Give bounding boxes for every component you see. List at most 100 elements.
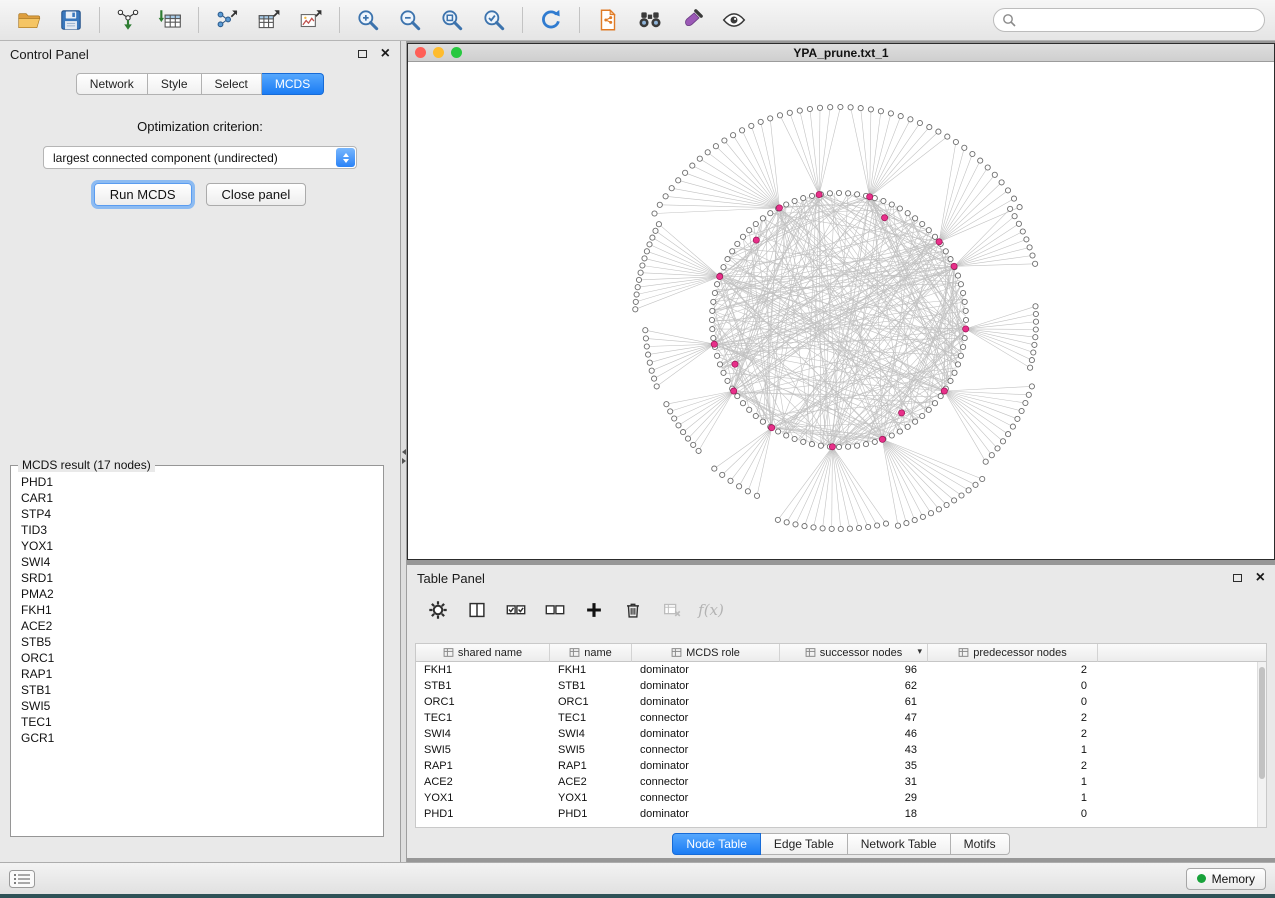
show-columns-button[interactable] xyxy=(462,596,492,624)
criterion-select[interactable]: largest connected component (undirected) xyxy=(43,146,357,169)
mcds-result-item[interactable]: ORC1 xyxy=(13,650,381,666)
mcds-result-item[interactable]: ACE2 xyxy=(13,618,381,634)
table-row[interactable]: SWI5SWI5connector431 xyxy=(416,742,1266,758)
mcds-result-item[interactable]: TID3 xyxy=(13,522,381,538)
zoom-selected-button[interactable] xyxy=(475,4,513,37)
export-document-button[interactable] xyxy=(589,4,627,37)
memory-button[interactable]: Memory xyxy=(1186,868,1266,890)
zoom-fit-button[interactable] xyxy=(433,4,471,37)
mcds-result-list: PHD1CAR1STP4TID3YOX1SWI4SRD1PMA2FKH1ACE2… xyxy=(13,474,381,834)
mcds-result-item[interactable]: PHD1 xyxy=(13,474,381,490)
zoom-in-button[interactable] xyxy=(349,4,387,37)
toolbar-separator xyxy=(198,7,199,33)
close-table-panel-icon[interactable]: × xyxy=(1256,572,1265,584)
import-table-button[interactable] xyxy=(151,4,189,37)
tab-node-table[interactable]: Node Table xyxy=(672,833,761,855)
apply-style-icon xyxy=(679,7,705,33)
float-table-panel-icon[interactable] xyxy=(1233,574,1242,582)
mcds-result-item[interactable]: CAR1 xyxy=(13,490,381,506)
column-header-mcds-role[interactable]: MCDS role xyxy=(632,644,780,662)
new-column-button[interactable] xyxy=(579,596,609,624)
column-header-successor-nodes[interactable]: successor nodes▾ xyxy=(780,644,928,662)
float-panel-icon[interactable] xyxy=(358,50,367,58)
function-builder-button[interactable]: f(x) xyxy=(696,596,726,624)
cell-mcds-role: dominator xyxy=(632,758,780,774)
vertical-splitter[interactable] xyxy=(400,41,407,862)
export-image-button[interactable] xyxy=(292,4,330,37)
mcds-result-item[interactable]: STB5 xyxy=(13,634,381,650)
toolbar-separator xyxy=(339,7,340,33)
search-input[interactable] xyxy=(993,8,1265,32)
status-menu-button[interactable] xyxy=(9,870,35,888)
mcds-result-item[interactable]: YOX1 xyxy=(13,538,381,554)
network-edges xyxy=(635,107,1036,529)
table-row[interactable]: SWI4SWI4dominator462 xyxy=(416,726,1266,742)
network-graph[interactable] xyxy=(408,63,1274,559)
table-row[interactable]: RAP1RAP1dominator352 xyxy=(416,758,1266,774)
cell-shared-name: TEC1 xyxy=(416,710,550,726)
refresh-button[interactable] xyxy=(532,4,570,37)
tab-motifs[interactable]: Motifs xyxy=(951,833,1010,855)
zoom-out-icon xyxy=(397,7,423,33)
table-row[interactable]: ORC1ORC1dominator610 xyxy=(416,694,1266,710)
delete-column-icon xyxy=(622,599,644,621)
tab-edge-table[interactable]: Edge Table xyxy=(761,833,848,855)
mcds-result-item[interactable]: GCR1 xyxy=(13,730,381,746)
table-row[interactable]: ACE2ACE2connector311 xyxy=(416,774,1266,790)
mcds-result-item[interactable]: STP4 xyxy=(13,506,381,522)
column-header-predecessor-nodes[interactable]: predecessor nodes xyxy=(928,644,1098,662)
save-session-button[interactable] xyxy=(52,4,90,37)
tab-network[interactable]: Network xyxy=(76,73,148,95)
delete-table-button[interactable] xyxy=(657,596,687,624)
import-network-button[interactable] xyxy=(109,4,147,37)
table-scrollbar-thumb[interactable] xyxy=(1259,667,1265,779)
table-panel: Table Panel × f(x) shared namenameMCDS r… xyxy=(407,565,1275,858)
close-panel-icon[interactable]: × xyxy=(381,48,390,60)
show-hide-button[interactable] xyxy=(715,4,753,37)
mcds-result-item[interactable]: SRD1 xyxy=(13,570,381,586)
network-nodes[interactable] xyxy=(633,104,1039,531)
export-network-button[interactable] xyxy=(208,4,246,37)
mcds-result-item[interactable]: SWI5 xyxy=(13,698,381,714)
mcds-result-item[interactable]: RAP1 xyxy=(13,666,381,682)
open-session-button[interactable] xyxy=(10,4,48,37)
column-header-name[interactable]: name xyxy=(550,644,632,662)
cell-predecessor-nodes: 1 xyxy=(928,790,1098,806)
table-scrollbar[interactable] xyxy=(1257,662,1266,827)
mcds-result-item[interactable]: STB1 xyxy=(13,682,381,698)
mcds-result-title: MCDS result (17 nodes) xyxy=(18,458,155,472)
mcds-result-item[interactable]: PMA2 xyxy=(13,586,381,602)
first-neighbors-button[interactable] xyxy=(631,4,669,37)
delete-column-button[interactable] xyxy=(618,596,648,624)
tab-mcds[interactable]: MCDS xyxy=(262,73,324,95)
column-header-shared-name[interactable]: shared name xyxy=(416,644,550,662)
close-panel-button[interactable]: Close panel xyxy=(206,183,307,206)
tab-network-table[interactable]: Network Table xyxy=(848,833,951,855)
toolbar-group xyxy=(208,4,330,37)
select-stepper-icon xyxy=(336,148,355,167)
table-row[interactable]: TEC1TEC1connector472 xyxy=(416,710,1266,726)
table-row[interactable]: STB1STB1dominator620 xyxy=(416,678,1266,694)
zoom-out-button[interactable] xyxy=(391,4,429,37)
select-all-rows-button[interactable] xyxy=(501,596,531,624)
tab-select[interactable]: Select xyxy=(202,73,262,95)
export-table-icon xyxy=(256,7,282,33)
export-table-button[interactable] xyxy=(250,4,288,37)
splitter-collapse-icons[interactable] xyxy=(401,449,406,464)
toolbar-separator xyxy=(522,7,523,33)
table-row[interactable]: YOX1YOX1connector291 xyxy=(416,790,1266,806)
run-mcds-button[interactable]: Run MCDS xyxy=(94,183,192,206)
network-canvas[interactable] xyxy=(408,63,1274,559)
mcds-result-item[interactable]: FKH1 xyxy=(13,602,381,618)
table-row[interactable]: PHD1PHD1dominator180 xyxy=(416,806,1266,822)
cell-successor-nodes: 46 xyxy=(780,726,928,742)
table-row[interactable]: FKH1FKH1dominator962 xyxy=(416,662,1266,678)
apply-style-button[interactable] xyxy=(673,4,711,37)
table-options-button[interactable] xyxy=(423,596,453,624)
tab-style[interactable]: Style xyxy=(148,73,202,95)
deselect-all-rows-button[interactable] xyxy=(540,596,570,624)
mcds-result-item[interactable]: TEC1 xyxy=(13,714,381,730)
mcds-result-item[interactable]: SWI4 xyxy=(13,554,381,570)
cell-name: SWI5 xyxy=(550,742,632,758)
table-panel-header: Table Panel × xyxy=(407,565,1275,591)
